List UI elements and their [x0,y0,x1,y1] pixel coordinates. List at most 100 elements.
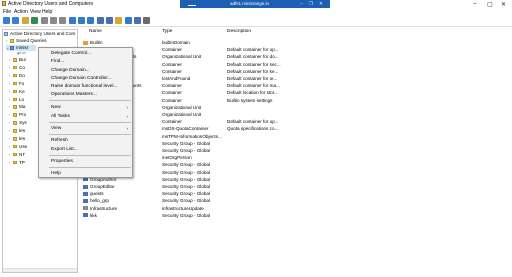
new-user-icon[interactable] [97,17,104,24]
list-item[interactable]: Container Default location for stor... [82,90,512,96]
list-item[interactable]: Organizational Unit Default container for… [82,54,512,60]
list-item[interactable]: Security Group - Global [82,141,512,147]
group-icon [83,184,88,189]
maximize-button[interactable]: ▢ [487,1,493,8]
list-item[interactable]: Infrastructure infrastructureUpdate [82,206,512,212]
remote-restore-button[interactable]: ❐ [309,1,313,7]
horizontal-scrollbar[interactable] [3,268,77,272]
tree-node-label: Ma [19,104,26,110]
tree-node[interactable]: › Ke [9,89,25,95]
tree-node[interactable]: › Do [9,73,25,79]
list-item[interactable]: Container Default container for ma... [82,83,512,89]
tree-node[interactable]: › Use [9,144,27,150]
menu-item-operations-masters[interactable]: Operations Masters... [39,90,134,98]
column-header-name[interactable]: Name [89,29,102,36]
list-item[interactable]: Container Builtin system settings [82,98,512,104]
list-item[interactable]: Container Default container for ke... [82,69,512,75]
submenu-arrow-icon: › [126,125,129,131]
filter-icon[interactable] [125,17,132,24]
menu-item-all-tasks[interactable]: All Tasks › [39,112,134,120]
list-item[interactable]: hello_grp Security Group - Global [82,198,512,204]
folder-icon [13,137,17,141]
refresh-icon[interactable] [69,17,76,24]
add-to-group-icon[interactable] [134,17,141,24]
list-item[interactable]: Organizational Unit [82,112,512,118]
list-item[interactable]: Organizational Unit [82,105,512,111]
forward-icon[interactable] [12,17,19,24]
close-button[interactable]: ✕ [501,1,506,8]
context-menu: Delegate Control... Find... Change Domai… [38,47,133,178]
new-group-icon[interactable] [106,17,113,24]
list-item[interactable]: Security Group - Global [82,162,512,168]
list-item[interactable]: GroupAdminSecurity Group - Global [82,170,512,176]
tree-node[interactable]: › tes [9,128,25,134]
cell-type: Security Group - Global [162,176,210,182]
menu-item-find[interactable]: Find... [39,57,134,65]
menu-item-export-list[interactable]: Export List... [39,145,134,153]
tree-node[interactable]: › Bui [9,57,26,63]
menu-item-properties[interactable]: Properties [39,157,134,165]
menu-item-help[interactable]: Help [39,169,134,177]
list-item[interactable]: GroupAuthor Security Group - Global [82,177,512,183]
menu-item-new[interactable]: New › [39,103,134,111]
menu-item-raise-functional-level[interactable]: Raise domain functional level... [39,82,134,90]
tree-node[interactable]: › Ma [9,104,25,110]
menu-item-change-domain-controller[interactable]: Change Domain Controller... [39,74,134,82]
new-ou-icon[interactable] [115,17,122,24]
properties-icon[interactable] [59,17,66,24]
list-item[interactable]: Container Default container for sec... [82,62,512,68]
tree-node-label: Do [19,72,25,78]
tree-root[interactable]: Active Directory Users and Com [4,31,75,37]
cell-type: Container [162,97,182,103]
list-item[interactable]: lostAndFound Default container for or... [82,76,512,82]
minimize-button[interactable]: – [473,1,476,7]
menu-action[interactable]: Action [14,9,28,15]
back-icon[interactable] [3,17,10,24]
window-title: Active Directory Users and Computers [8,1,94,7]
list-item[interactable]: inetOrgPerson [82,155,512,161]
tree-node[interactable]: › Co [9,65,25,71]
tree-node-label: NT [19,151,26,157]
show-tree-icon[interactable] [31,17,38,24]
tree-node[interactable]: › TP [9,160,25,166]
tree-node[interactable]: › NT [9,152,25,158]
list-item[interactable]: Builtin builtinDomain [82,40,512,46]
tree-node[interactable]: › Sys [9,120,27,126]
tree-node[interactable]: › Pro [9,112,26,118]
remote-close-button[interactable]: ✕ [319,1,323,7]
find-icon[interactable] [143,17,150,24]
cell-desc: Quota specifications co... [227,126,279,132]
up-folder-icon[interactable] [22,17,29,24]
help-icon[interactable] [87,17,94,24]
folder-icon [83,40,88,45]
list-item[interactable]: GroupEditor Security Group - Global [82,184,512,190]
list-item[interactable]: msTPM-InformationObjects... [82,134,512,140]
remote-minimize-button[interactable]: – [300,1,303,6]
list-item[interactable]: kkk Security Group - Global [82,213,512,219]
menu-item-view[interactable]: View › [39,124,134,132]
cell-type: Container [162,83,182,89]
cell-type: msDS-QuotaContainer [162,126,209,132]
export-icon[interactable] [78,17,85,24]
menu-file[interactable]: File [3,9,11,15]
tree-node-label: Lo [19,96,25,102]
menu-item-change-domain[interactable]: Change Domain... [39,66,134,74]
menu-view[interactable]: View [30,9,41,15]
menu-help[interactable]: Help [42,9,52,15]
cell-type: Security Group - Global [162,169,210,175]
list-item[interactable]: guests Security Group - Global [82,191,512,197]
tree-node[interactable]: › Fo [9,81,24,87]
list-item[interactable]: Security Group - Global [82,148,512,154]
list-item[interactable]: msDS-QuotaContainer Quota specifications … [82,126,512,132]
delete-icon[interactable] [50,17,57,24]
copy-icon[interactable] [41,17,48,24]
column-header-description[interactable]: Description [227,29,251,36]
tree-node[interactable]: › Lo [9,97,24,103]
list-item[interactable]: Container Default container for up... [82,47,512,53]
list-item[interactable]: Container Default container for up... [82,119,512,125]
menu-item-delegate-control[interactable]: Delegate Control... [39,49,134,57]
menu-item-refresh[interactable]: Refresh [39,136,134,144]
tree-saved-queries[interactable]: › Saved Queries [6,38,46,44]
tree-node[interactable]: › tes [9,136,25,142]
column-header-type[interactable]: Type [162,29,172,36]
